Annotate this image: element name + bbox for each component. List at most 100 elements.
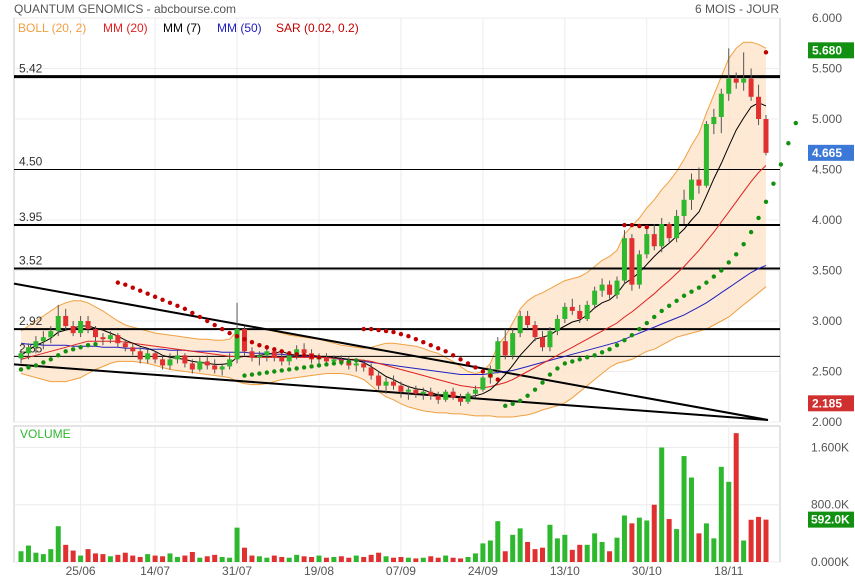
sar-dot	[495, 377, 500, 382]
sar-dot	[473, 365, 478, 370]
stock-chart: 5.424.503.953.522.922.65 6.0005.5005.000…	[0, 0, 855, 580]
sar-dot	[309, 364, 314, 369]
volume-bar	[554, 538, 560, 562]
price-tick-label: 2.000	[812, 415, 842, 429]
candle-body	[383, 381, 389, 386]
sar-dot	[70, 347, 76, 352]
volume-bar	[428, 556, 434, 562]
legend-entry: MM (7)	[163, 21, 201, 35]
candle-body	[465, 393, 471, 402]
sar-dot	[331, 361, 337, 366]
sar-dot	[741, 242, 746, 247]
sar-dot	[786, 141, 791, 146]
sar-dot	[78, 345, 83, 350]
price-tick-label: 4.000	[812, 213, 842, 227]
chart-title: QUANTUM GENOMICS - abcbourse.com	[14, 2, 236, 16]
volume-bar	[227, 557, 233, 562]
sar-dot	[138, 288, 143, 293]
candle-body	[748, 78, 754, 97]
volume-bar	[748, 519, 754, 562]
candle	[636, 250, 642, 289]
candle-body	[70, 326, 76, 334]
volume-bar	[122, 552, 128, 562]
volume-bar	[93, 553, 98, 562]
candle-body	[666, 224, 672, 239]
sar-dot	[279, 368, 284, 373]
level-label: 2.92	[19, 314, 43, 328]
candle-body	[40, 337, 46, 342]
volume-bar	[562, 534, 568, 562]
sar-dot	[376, 327, 381, 333]
volume-bar	[48, 549, 54, 562]
sar-dot	[41, 360, 46, 365]
sar-dot	[517, 398, 523, 403]
candle-body	[107, 335, 113, 340]
candle-body	[256, 355, 262, 358]
sar-dot	[659, 308, 664, 314]
candle-body	[502, 341, 508, 356]
candle-body	[286, 355, 292, 362]
volume-bar	[271, 555, 277, 562]
candle-body	[18, 353, 24, 359]
candle-body	[607, 284, 613, 295]
volume-bar	[63, 544, 69, 562]
date-axis: 25/06 14/07 31/07 19/08 07/09 24/09 13/10 30/10…	[66, 564, 744, 578]
candle-body	[413, 389, 419, 394]
candle-body	[189, 363, 195, 370]
candle-body	[547, 331, 553, 348]
sar-dot	[458, 357, 463, 362]
candle-body	[391, 381, 396, 386]
candle-body	[659, 224, 665, 247]
volume-bar	[18, 551, 24, 562]
candle-body	[405, 389, 411, 392]
volume-bar	[458, 558, 464, 562]
sar-dot	[488, 373, 493, 378]
sar-dot	[152, 294, 158, 299]
volume-bar	[286, 557, 292, 562]
candle	[629, 234, 635, 291]
candle-body	[584, 304, 590, 319]
volume-bar	[40, 554, 46, 562]
sar-dot	[696, 285, 702, 290]
sar-dot	[666, 303, 672, 309]
volume-bar	[398, 556, 404, 562]
candle-body	[212, 365, 218, 370]
sar-dot	[26, 365, 31, 370]
candle-body	[703, 124, 709, 186]
volume-bar	[487, 540, 493, 562]
candle-body	[152, 353, 158, 360]
date-tick-label: 18/11	[714, 564, 743, 578]
volume-bar	[577, 544, 583, 562]
sar-dot	[763, 199, 769, 205]
date-tick-label: 14/07	[140, 564, 170, 578]
candle-body	[115, 335, 121, 344]
volume-bar	[346, 557, 352, 562]
sar-dot	[614, 343, 620, 348]
volume-bar	[160, 556, 166, 562]
level-label: 4.50	[19, 155, 43, 169]
volume-bars	[18, 433, 769, 562]
sar-dot	[465, 361, 471, 366]
chart-period: 6 MOIS - JOUR	[695, 2, 779, 16]
candle-body	[689, 179, 694, 200]
volume-bar	[525, 541, 531, 562]
chart-canvas: 5.424.503.953.522.922.65 6.0005.5005.000…	[13, 2, 854, 578]
candle-body	[450, 391, 456, 398]
price-tick-label: 6.000	[812, 11, 842, 25]
legend-entry: MM (50)	[217, 21, 262, 35]
candle-body	[696, 179, 702, 186]
price-badge-label: 4.665	[812, 146, 842, 160]
volume-bar	[413, 558, 419, 562]
volume-bar	[78, 555, 84, 562]
candle-body	[756, 96, 762, 119]
volume-bar	[70, 550, 76, 562]
level-label: 5.42	[19, 62, 43, 76]
volume-tick-label: 0.000K	[811, 555, 849, 569]
volume-bar	[517, 528, 523, 562]
sar-dot	[257, 371, 262, 376]
sar-dot	[316, 355, 322, 360]
candle-body	[398, 385, 404, 392]
volume-bar	[174, 556, 180, 562]
candle	[234, 302, 240, 364]
sar-dot	[756, 215, 761, 221]
